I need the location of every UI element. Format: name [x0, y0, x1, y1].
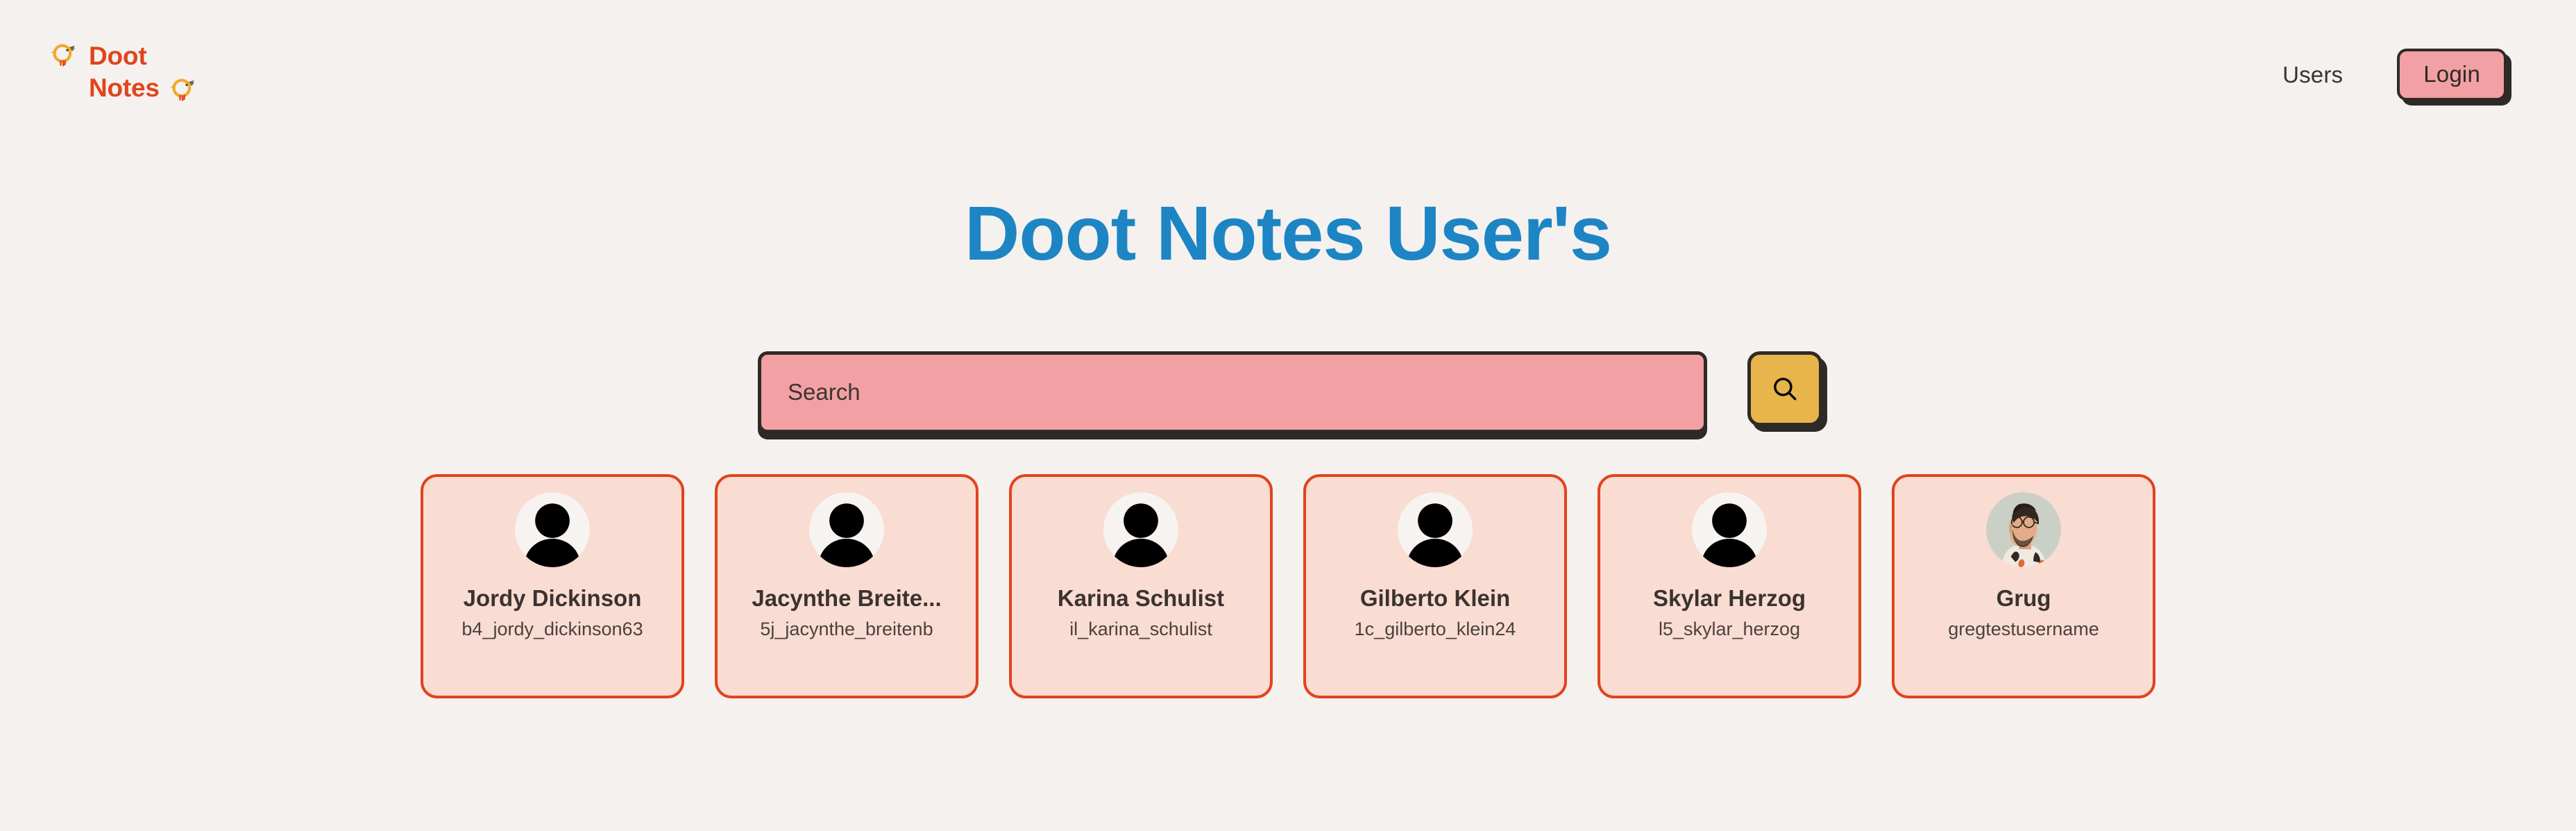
nav-link-users[interactable]: Users	[2282, 62, 2343, 88]
user-card-username: b4_jordy_dickinson63	[461, 618, 643, 639]
user-card[interactable]: Jacynthe Breite... 5j_jacynthe_breitenb	[715, 474, 978, 698]
avatar-default-icon	[809, 492, 884, 567]
avatar-default-icon	[1398, 492, 1473, 567]
user-card[interactable]: Gilberto Klein 1c_gilberto_klein24	[1303, 474, 1567, 698]
page-root: Doot Notes Users Login Doot Notes User's…	[0, 0, 2576, 831]
avatar-default-icon	[515, 492, 590, 567]
brand-word-2: Notes	[89, 74, 160, 103]
avatar-photo	[1986, 492, 2061, 567]
user-card-name: Jordy Dickinson	[463, 585, 642, 611]
search-icon	[1774, 378, 1797, 401]
site-header: Doot Notes Users Login	[0, 0, 2576, 139]
user-card-username: l5_skylar_herzog	[1658, 618, 1801, 639]
user-card[interactable]: Karina Schulist il_karina_schulist	[1009, 474, 1273, 698]
user-card-username: gregtestusername	[1948, 618, 2099, 639]
brand-line-2: Notes	[89, 72, 195, 104]
user-card-name: Grug	[1996, 585, 2051, 611]
user-card-name: Jacynthe Breite...	[752, 585, 942, 611]
avatar-default-icon	[1103, 492, 1178, 567]
user-card-username: 5j_jacynthe_breitenb	[760, 618, 933, 639]
search-button[interactable]	[1747, 351, 1822, 426]
avatar-default-icon	[1692, 492, 1767, 567]
user-card-name: Gilberto Klein	[1359, 585, 1511, 611]
search-bar	[758, 351, 1822, 433]
user-card[interactable]: Skylar Herzog l5_skylar_herzog	[1598, 474, 1861, 698]
user-card[interactable]: Jordy Dickinson b4_jordy_dickinson63	[421, 474, 684, 698]
header-nav: Users Login	[2282, 49, 2526, 101]
brand-word-1: Doot	[89, 42, 147, 70]
user-card-username: 1c_gilberto_klein24	[1354, 618, 1516, 639]
login-button[interactable]: Login	[2397, 49, 2507, 101]
bird-icon-left	[51, 44, 76, 67]
user-card-name: Karina Schulist	[1057, 585, 1225, 611]
page-title: Doot Notes User's	[964, 191, 1612, 276]
brand-logo[interactable]: Doot Notes	[50, 40, 195, 105]
search-input[interactable]	[758, 351, 1707, 433]
user-card-username: il_karina_schulist	[1069, 618, 1212, 639]
brand-text: Doot Notes	[89, 40, 195, 105]
bird-icon-right	[170, 79, 195, 101]
user-card-list: Jordy Dickinson b4_jordy_dickinson63 Jac…	[0, 474, 2576, 698]
user-card[interactable]: Grug gregtestusername	[1892, 474, 2155, 698]
user-card-name: Skylar Herzog	[1652, 585, 1806, 611]
